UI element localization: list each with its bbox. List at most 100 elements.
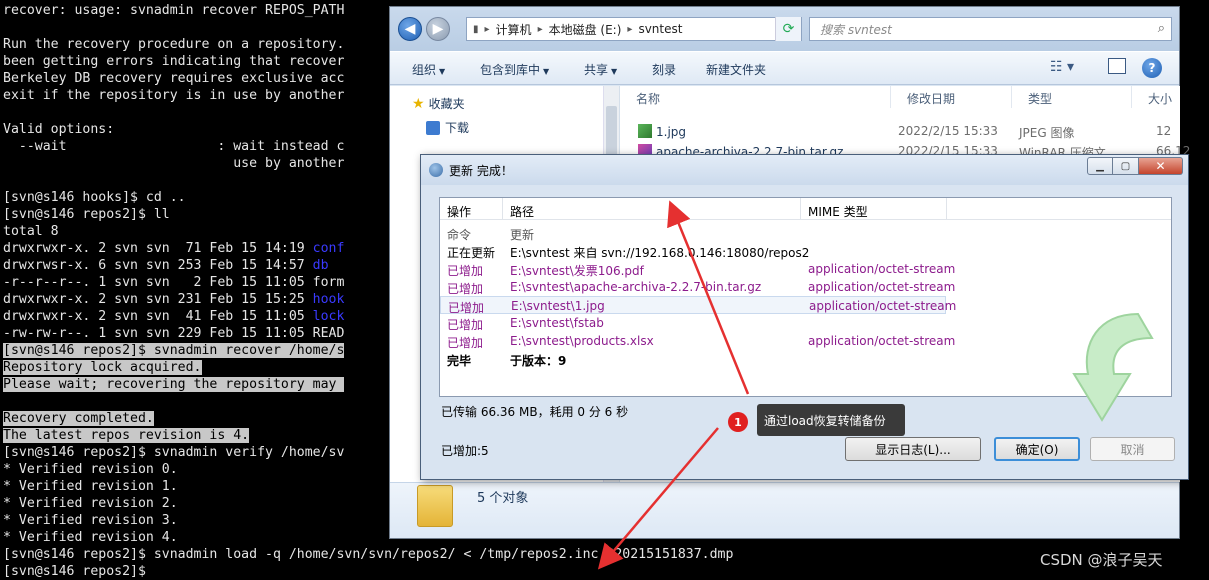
terminal-text: Please wait; recovering the repository m… (3, 377, 345, 392)
explorer-toolbar: 组织 ▼ 包含到库中 ▼ 共享 ▼ 刻录 新建文件夹 ☷ ▾ ? (390, 51, 1179, 85)
terminal-text: Valid options: (3, 122, 115, 137)
row-action: 已增加 (447, 318, 484, 332)
terminal-text: --wait : wait instead c (3, 139, 345, 154)
update-arrow-icon (1072, 312, 1154, 422)
chevron-right-icon: ▸ (484, 23, 490, 35)
terminal-filename: hook (312, 292, 345, 307)
terminal-text: -r--r--r--. 1 svn svn 2 Feb 15 11:05 (3, 275, 313, 290)
nav-favorites-label: 收藏夹 (428, 97, 465, 111)
object-count: 5 个对象 (477, 491, 529, 506)
column-header-name[interactable]: 名称 (620, 86, 891, 108)
breadcrumb-drive[interactable]: 本地磁盘 (E:) (549, 21, 622, 38)
organize-button[interactable]: 组织 ▼ (412, 61, 445, 78)
maximize-button[interactable]: ▢ (1113, 157, 1139, 175)
details-bar: 5 个对象 (390, 482, 1179, 538)
file-type: JPEG 图像 (1019, 126, 1075, 140)
preview-pane-icon[interactable] (1108, 58, 1126, 74)
terminal-text: * Verified revision 0. (3, 462, 178, 477)
result-row[interactable]: 已增加 E:\svntest\apache-archiva-2.2.7-bin.t… (440, 278, 955, 296)
terminal-text: [svn@s146 repos2]$ svnadmin load -q /hom… (3, 547, 734, 562)
file-row[interactable]: 1.jpg 2022/2/15 15:33 JPEG 图像 12 (638, 124, 1178, 144)
column-header-type[interactable]: 类型 (1012, 86, 1132, 108)
row-mime: application/octet-stream (808, 334, 956, 348)
address-row: ◀ ▶ ▮ ▸ 计算机 ▸ 本地磁盘 (E:) ▸ svntest ⟳ 搜索 s… (390, 7, 1179, 51)
close-button[interactable]: ✕ (1139, 157, 1183, 175)
folder-icon (417, 485, 453, 527)
added-count: 已增加:5 (441, 444, 489, 458)
result-row[interactable]: 已增加 E:\svntest\products.xlsx application/o… (440, 332, 955, 350)
row-action: 正在更新 (447, 246, 496, 260)
share-button[interactable]: 共享 ▼ (584, 61, 617, 78)
search-input[interactable]: 搜索 svntest ⌕ (809, 17, 1172, 41)
forward-button[interactable]: ▶ (426, 17, 450, 41)
result-row[interactable]: 命令 更新 (440, 224, 946, 242)
result-row[interactable]: 已增加 E:\svntest\发票106.pdf application/octet… (440, 260, 955, 278)
cancel-button[interactable]: 取消 (1090, 437, 1175, 461)
chevron-right-icon: ▸ (537, 23, 543, 35)
file-name: 1.jpg (656, 125, 687, 139)
row-path: E:\svntest\发票106.pdf (510, 264, 644, 278)
arrow-right-icon: ▶ (432, 21, 444, 37)
refresh-button[interactable]: ⟳ (775, 17, 801, 41)
terminal-text: Berkeley DB recovery requires exclusive … (3, 71, 345, 86)
terminal-text: * Verified revision 3. (3, 513, 178, 528)
terminal-text: recover: usage: svnadmin recover REPOS_P… (3, 3, 345, 18)
terminal-filename: READ (312, 326, 345, 341)
terminal-line: [svn@s146 repos2]$ svnadmin load -q /hom… (3, 546, 1209, 563)
nav-item-favorites[interactable]: ★ 收藏夹 (412, 95, 465, 112)
update-results-list[interactable]: 操作 路径 MIME 类型 命令 更新正在更新 E:\svntest 来自 svn:… (439, 197, 1172, 422)
column-header-date[interactable]: 修改日期 (891, 86, 1012, 108)
nav-item-downloads[interactable]: 下载 (426, 119, 469, 136)
terminal-text: The latest repos revision is 4. (3, 428, 250, 443)
column-header-path[interactable]: 路径 (503, 198, 801, 220)
download-folder-icon (426, 120, 440, 135)
chevron-down-icon: ▼ (611, 67, 618, 76)
column-header-action[interactable]: 操作 (440, 198, 503, 220)
terminal-text: use by another (3, 156, 345, 171)
watermark: CSDN @浪子吴天 (1040, 551, 1163, 569)
minimize-button[interactable]: ▁ (1087, 157, 1113, 175)
new-folder-button[interactable]: 新建文件夹 (706, 61, 766, 78)
column-header-mime[interactable]: MIME 类型 (801, 198, 947, 220)
show-log-button[interactable]: 显示日志(L)... (845, 437, 981, 461)
ok-button[interactable]: 确定(O) (994, 437, 1080, 461)
file-date: 2022/2/15 15:33 (898, 124, 998, 138)
row-mime: application/octet-stream (808, 262, 956, 276)
star-icon: ★ (412, 95, 425, 112)
terminal-line: [svn@s146 repos2]$ (3, 563, 1209, 580)
terminal-text: Repository lock acquired. (3, 360, 202, 375)
dialog-titlebar[interactable]: 更新 完成！ ▁ ▢ ✕ (421, 155, 1188, 185)
folder-icon: ▮ (473, 23, 479, 35)
back-button[interactable]: ◀ (398, 17, 422, 41)
terminal-text: drwxrwxr-x. 2 svn svn 41 Feb 15 11:05 (3, 309, 313, 324)
annotation-callout: 通过load恢复转储备份 (757, 404, 905, 436)
row-action: 已增加 (447, 264, 484, 278)
result-row[interactable]: 已增加 E:\svntest\1.jpg application/octet-str… (440, 296, 956, 315)
row-path: E:\svntest 来自 svn://192.168.0.146:18080/… (510, 246, 810, 260)
row-path: E:\svntest\products.xlsx (510, 334, 654, 348)
burn-button[interactable]: 刻录 (652, 61, 676, 78)
refresh-icon: ⟳ (782, 21, 795, 37)
row-action: 完毕 (447, 354, 472, 368)
search-placeholder: 搜索 svntest (820, 22, 892, 37)
close-icon: ✕ (1155, 159, 1166, 173)
help-icon[interactable]: ? (1142, 58, 1162, 78)
column-header-size[interactable]: 大小 (1132, 86, 1180, 108)
terminal-text: [svn@s146 repos2]$ svnadmin recover /hom… (3, 343, 345, 358)
result-row[interactable]: 正在更新 E:\svntest 来自 svn://192.168.0.146:18… (440, 242, 946, 260)
view-options-icon[interactable]: ☷ ▾ (1050, 59, 1074, 75)
chevron-right-icon: ▸ (627, 23, 633, 35)
breadcrumb-computer[interactable]: 计算机 (496, 21, 532, 38)
include-library-button[interactable]: 包含到库中 ▼ (480, 61, 549, 78)
search-icon: ⌕ (1157, 21, 1165, 36)
annotation-badge: 1 (728, 412, 748, 432)
address-bar[interactable]: ▮ ▸ 计算机 ▸ 本地磁盘 (E:) ▸ svntest (466, 17, 802, 41)
chevron-down-icon: ▼ (439, 67, 446, 76)
terminal-text: * Verified revision 4. (3, 530, 178, 545)
terminal-text: -rw-rw-r--. 1 svn svn 229 Feb 15 11:05 (3, 326, 313, 341)
result-row[interactable]: 完毕 于版本：9 (440, 350, 946, 368)
nav-downloads-label: 下载 (445, 121, 470, 135)
breadcrumb-folder[interactable]: svntest (638, 22, 682, 36)
result-row[interactable]: 已增加 E:\svntest\fstab (440, 314, 946, 332)
row-mime: application/octet-stream (808, 280, 956, 294)
